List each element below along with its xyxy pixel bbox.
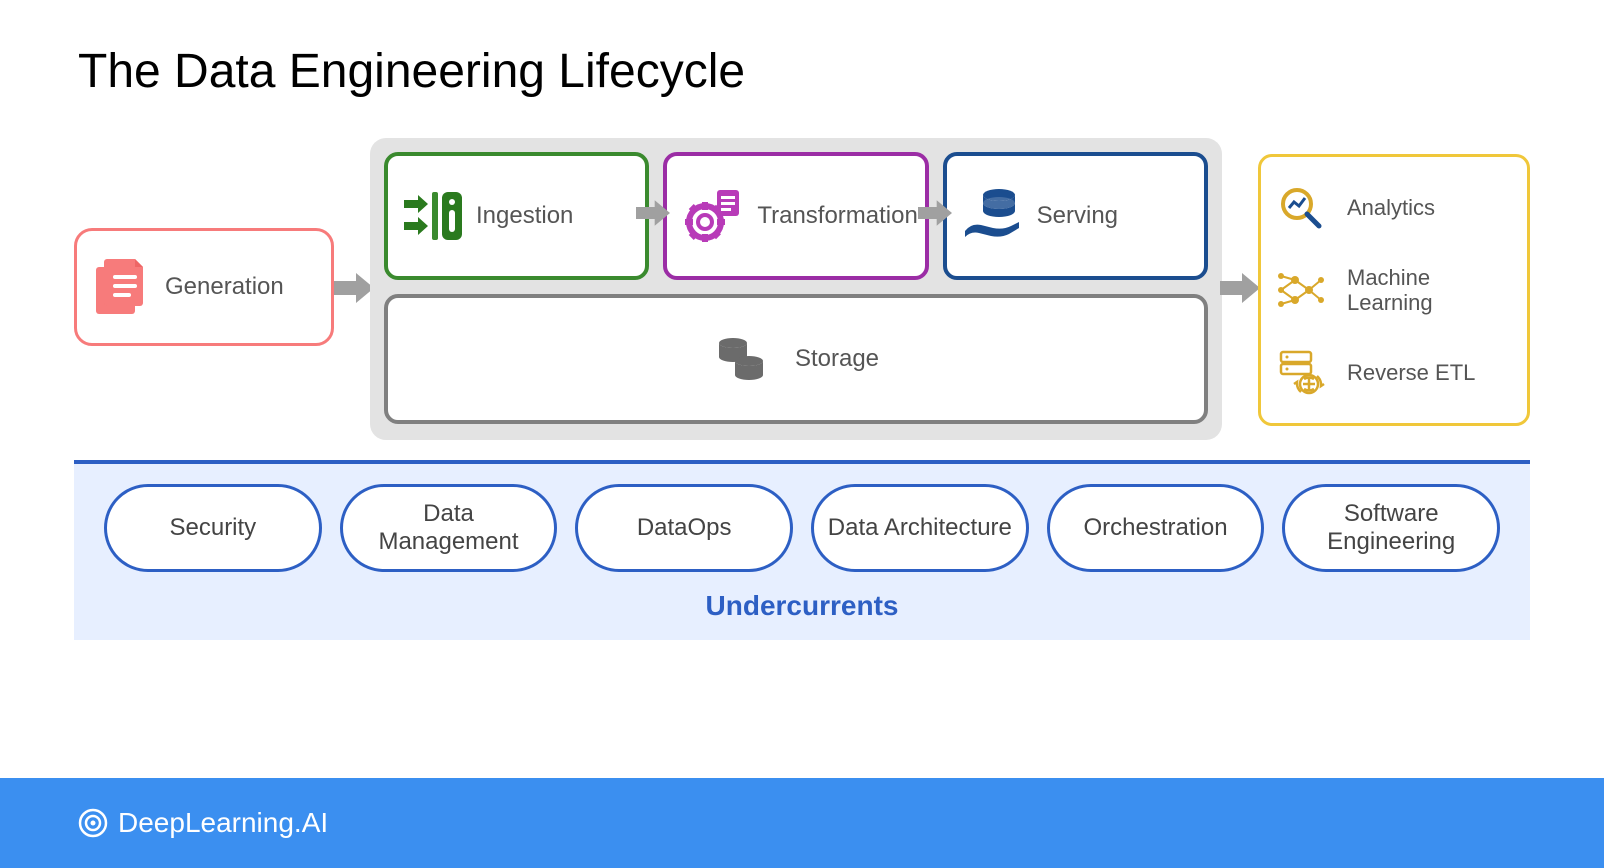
- pill-software-engineering: Software Engineering: [1282, 484, 1500, 572]
- storage-label: Storage: [795, 345, 879, 373]
- arrow-icon: [636, 198, 670, 228]
- pill-data-architecture: Data Architecture: [811, 484, 1029, 572]
- arrow-icon: [334, 273, 374, 303]
- core-stages-panel: Ingestion: [370, 138, 1222, 440]
- storage-box: Storage: [384, 294, 1208, 424]
- output-label: Reverse ETL: [1347, 360, 1475, 385]
- serving-label: Serving: [1037, 202, 1118, 230]
- output-label: Machine Learning: [1347, 265, 1511, 316]
- outputs-box: Analytics: [1258, 154, 1530, 426]
- generation-box: Generation: [74, 228, 334, 346]
- undercurrents-row: Security Data Management DataOps Data Ar…: [104, 484, 1500, 572]
- pill-dataops: DataOps: [575, 484, 793, 572]
- ingestion-icon: [404, 188, 462, 244]
- transformation-icon: [683, 188, 743, 244]
- lifecycle-diagram: Generation: [74, 138, 1530, 458]
- document-icon: [95, 257, 147, 317]
- analytics-icon: [1277, 184, 1325, 232]
- brand-name: DeepLearning.AI: [118, 807, 328, 839]
- reverse-etl-icon: [1277, 348, 1325, 396]
- transformation-label: Transformation: [757, 202, 918, 230]
- brand-logo: DeepLearning.AI: [78, 807, 328, 839]
- output-ml: Machine Learning: [1277, 265, 1511, 316]
- neural-network-icon: [1277, 266, 1325, 314]
- undercurrents-label: Undercurrents: [104, 590, 1500, 622]
- serving-box: Serving: [943, 152, 1208, 280]
- pill-orchestration: Orchestration: [1047, 484, 1265, 572]
- slide-title: The Data Engineering Lifecycle: [78, 44, 745, 99]
- undercurrents-section: Security Data Management DataOps Data Ar…: [74, 460, 1530, 640]
- generation-label: Generation: [165, 273, 284, 301]
- storage-icon: [713, 333, 769, 385]
- output-analytics: Analytics: [1277, 184, 1511, 232]
- serving-icon: [963, 187, 1023, 245]
- arrow-icon: [1220, 273, 1260, 303]
- arrow-icon: [918, 198, 952, 228]
- transformation-box: Transformation: [663, 152, 928, 280]
- output-label: Analytics: [1347, 195, 1435, 220]
- output-retl: Reverse ETL: [1277, 348, 1511, 396]
- ingestion-label: Ingestion: [476, 202, 573, 230]
- brand-icon: [78, 808, 108, 838]
- pill-data-management: Data Management: [340, 484, 558, 572]
- footer-bar: DeepLearning.AI: [0, 778, 1604, 868]
- pill-security: Security: [104, 484, 322, 572]
- ingestion-box: Ingestion: [384, 152, 649, 280]
